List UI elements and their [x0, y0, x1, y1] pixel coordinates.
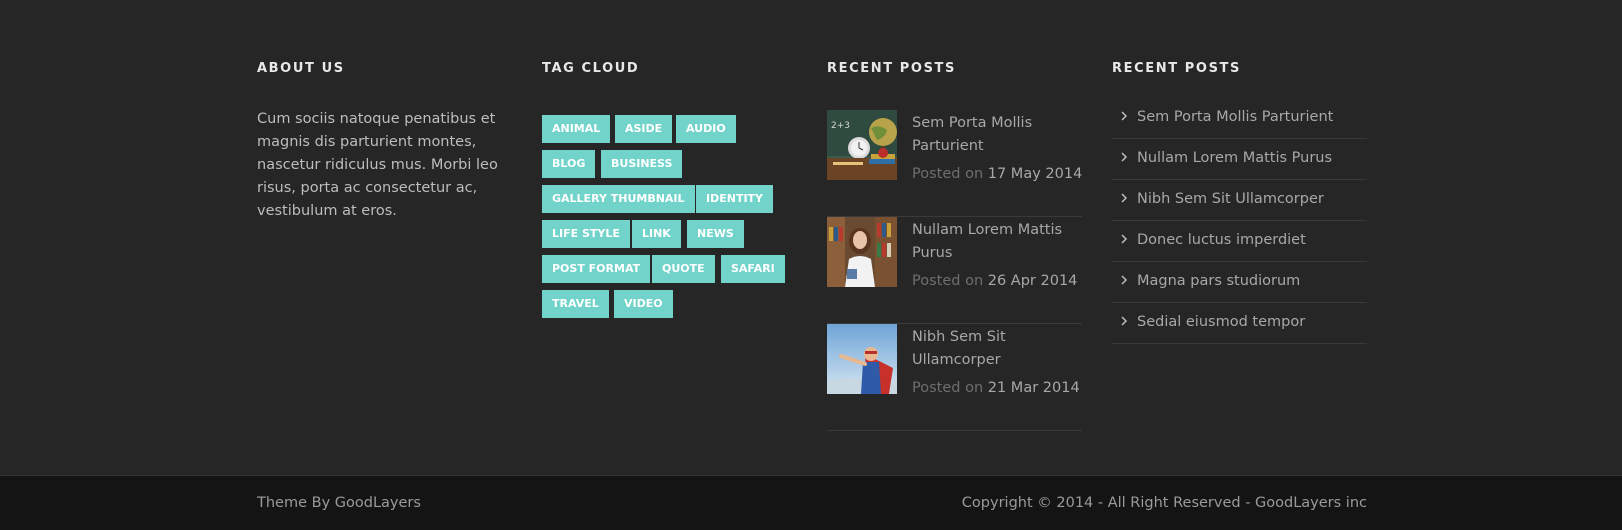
list-item: Magna pars studiorum	[1112, 262, 1367, 303]
student-library-thumbnail[interactable]	[827, 217, 897, 287]
recent-post-meta: Posted on 21 Mar 2014	[912, 378, 1080, 398]
recent-post-date[interactable]: 21 Mar 2014	[988, 380, 1080, 396]
tag-animal[interactable]: Animal	[542, 115, 611, 143]
list-item: Sem Porta Mollis Parturient	[1112, 98, 1367, 139]
tag-audio[interactable]: Audio	[676, 115, 736, 143]
recent-post-date[interactable]: 26 Apr 2014	[988, 273, 1078, 289]
recent-post-link[interactable]: Nibh Sem Sit Ullamcorper	[1137, 189, 1324, 209]
list-item: Nibh Sem Sit Ullamcorper	[1112, 180, 1367, 221]
superhero-kid-thumbnail[interactable]	[827, 324, 897, 394]
recent-post-link[interactable]: Sedial eiusmod tempor	[1137, 312, 1305, 332]
classroom-desk-thumbnail[interactable]: 2+3	[827, 110, 897, 180]
copyright-text: Copyright © 2014 - All Right Reserved - …	[961, 495, 1367, 511]
recent-posts-list: Sem Porta Mollis Parturient Nullam Lorem…	[1112, 98, 1367, 344]
about-text: Cum sociis natoque penatibus et magnis d…	[257, 111, 498, 219]
list-item: Nullam Lorem Mattis Purus	[1112, 139, 1367, 180]
recent-post-title[interactable]: Nullam Lorem Mattis Purus	[912, 219, 1072, 265]
posted-on-label: Posted on	[912, 166, 984, 182]
list-item: Sedial eiusmod tempor	[1112, 303, 1367, 344]
recent-post-meta: Posted on 26 Apr 2014	[912, 271, 1077, 291]
recent-post-item: 2+3 Sem Porta Mollis Parturient Posted o…	[827, 110, 1082, 217]
tag-post-format[interactable]: Post Format	[542, 255, 651, 283]
footer-container: About Us Cum sociis natoque penatibus et…	[257, 0, 1367, 475]
recent-post-link[interactable]: Donec luctus imperdiet	[1137, 230, 1306, 250]
svg-text:2+3: 2+3	[831, 121, 850, 131]
theme-credit: Theme By GoodLayers	[257, 495, 421, 511]
recent-post-item: Nibh Sem Sit Ullamcorper Posted on 21 Ma…	[827, 324, 1082, 431]
tag-aside[interactable]: Aside	[615, 115, 673, 143]
tag-quote[interactable]: Quote	[652, 255, 715, 283]
chevron-right-icon	[1121, 193, 1128, 203]
tag-travel[interactable]: Travel	[542, 290, 609, 318]
recent-post-link[interactable]: Nullam Lorem Mattis Purus	[1137, 148, 1332, 168]
recent-post-title[interactable]: Nibh Sem Sit Ullamcorper	[912, 326, 1072, 372]
tag-gallery-thumbnail[interactable]: Gallery Thumbnail	[542, 185, 695, 213]
tag-safari[interactable]: Safari	[721, 255, 785, 283]
tag-cloud-title: Tag Cloud	[542, 61, 640, 76]
tag-business[interactable]: Business	[601, 150, 683, 178]
copyright-bar: Theme By GoodLayers Copyright © 2014 - A…	[0, 475, 1622, 530]
posted-on-label: Posted on	[912, 380, 984, 396]
tag-news[interactable]: News	[687, 220, 744, 248]
about-widget-title: About Us	[257, 61, 345, 76]
recent-posts-list-title: Recent Posts	[1112, 61, 1241, 76]
list-item: Donec luctus imperdiet	[1112, 221, 1367, 262]
posted-on-label: Posted on	[912, 273, 984, 289]
tag-life-style[interactable]: Life Style	[542, 220, 630, 248]
tag-video[interactable]: Video	[614, 290, 673, 318]
tag-blog[interactable]: Blog	[542, 150, 596, 178]
recent-post-link[interactable]: Sem Porta Mollis Parturient	[1137, 107, 1333, 127]
recent-posts-thumb-title: Recent Posts	[827, 61, 956, 76]
chevron-right-icon	[1121, 275, 1128, 285]
recent-post-item: Nullam Lorem Mattis Purus Posted on 26 A…	[827, 217, 1082, 324]
recent-post-link[interactable]: Magna pars studiorum	[1137, 271, 1300, 291]
chevron-right-icon	[1121, 152, 1128, 162]
footer-widgets-area: About Us Cum sociis natoque penatibus et…	[0, 0, 1622, 475]
chevron-right-icon	[1121, 234, 1128, 244]
recent-post-meta: Posted on 17 May 2014	[912, 164, 1082, 184]
chevron-right-icon	[1121, 111, 1128, 121]
chevron-right-icon	[1121, 316, 1128, 326]
tag-link[interactable]: Link	[632, 220, 681, 248]
recent-post-date[interactable]: 17 May 2014	[988, 166, 1083, 182]
tag-identity[interactable]: Identity	[696, 185, 774, 213]
recent-post-title[interactable]: Sem Porta Mollis Parturient	[912, 112, 1072, 158]
